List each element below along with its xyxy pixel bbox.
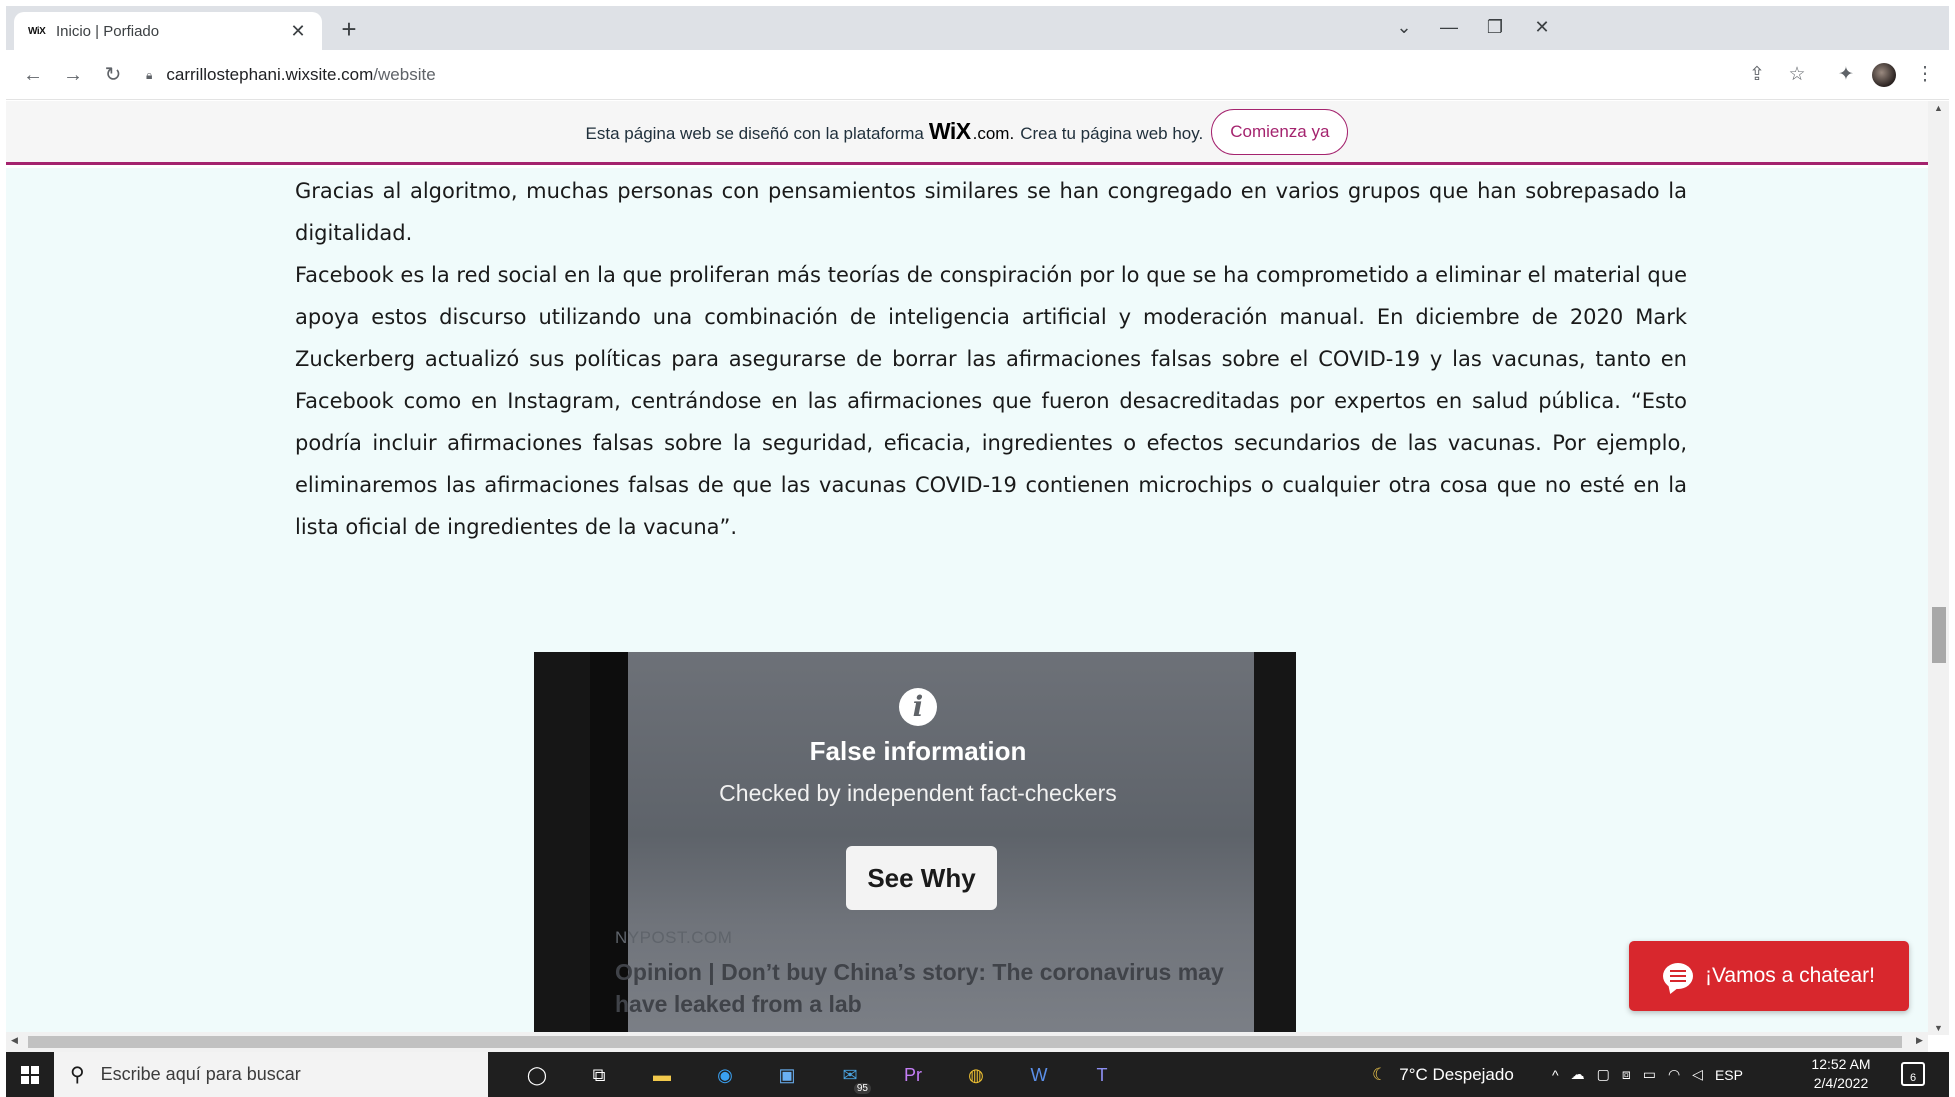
address-bar[interactable]: 🔒︎ carrillostephani.wixsite.com/website (146, 58, 1746, 92)
tab-close-icon[interactable]: ✕ (288, 21, 308, 42)
chrome-icon[interactable]: ◍ (961, 1060, 991, 1090)
wix-favicon-icon: WiX (28, 25, 46, 37)
url-text: carrillostephani.wixsite.com/website (166, 65, 435, 85)
wix-logo-suffix: .com. (972, 124, 1015, 143)
volume-icon[interactable]: ◁ (1692, 1066, 1703, 1083)
windows-taskbar: ⚲ Escribe aquí para buscar ◯ ⧉ ▬ ◉ ▣ ✉ 95… (6, 1052, 1949, 1097)
vertical-scroll-thumb[interactable] (1932, 607, 1946, 663)
task-view-icon[interactable]: ⧉ (584, 1060, 614, 1090)
start-now-button[interactable]: Comienza ya (1211, 108, 1349, 155)
article-paragraph: Gracias al algoritmo, muchas personas co… (295, 179, 1687, 245)
scroll-left-arrow-icon[interactable]: ◀ (11, 1035, 18, 1046)
extensions-icon[interactable]: ✦ (1833, 62, 1859, 88)
lock-icon[interactable]: 🔒︎ (146, 68, 152, 83)
scroll-up-arrow-icon[interactable]: ▲ (1928, 103, 1949, 113)
premiere-icon[interactable]: Pr (898, 1060, 928, 1090)
windows-logo-icon (21, 1065, 39, 1084)
forward-icon[interactable]: → (60, 62, 86, 88)
store-icon[interactable]: ▣ (772, 1060, 802, 1090)
false-information-title: False information (809, 736, 1027, 766)
browser-toolbar: ← → ↻ 🔒︎ carrillostephani.wixsite.com/we… (6, 50, 1949, 100)
restore-button[interactable]: ❐ (1482, 14, 1508, 40)
teams-icon[interactable]: T (1087, 1060, 1117, 1090)
see-why-button[interactable]: See Why (846, 846, 997, 910)
cortana-icon[interactable]: ◯ (522, 1060, 552, 1090)
wix-banner-text-before: Esta página web se diseñó con la platafo… (585, 124, 924, 143)
system-tray: ^ ☁ ▢ ⧈ ▭ ◠ ◁ ESP (1552, 1052, 1743, 1097)
scroll-down-arrow-icon[interactable]: ▼ (1928, 1023, 1949, 1033)
horizontal-scroll-thumb[interactable] (28, 1036, 1902, 1048)
mail-badge: 95 (853, 1083, 871, 1094)
url-path: /website (373, 65, 436, 84)
moon-icon: ☾ (1372, 1064, 1388, 1084)
wix-banner-text: Esta página web se diseñó con la platafo… (586, 118, 1204, 145)
browser-window: WiX Inicio | Porfiado ✕ + ⌄ — ❐ ✕ ← → ↻ … (6, 6, 1949, 1097)
back-icon[interactable]: ← (20, 62, 46, 88)
edge-icon[interactable]: ◉ (710, 1060, 740, 1090)
tab-strip: WiX Inicio | Porfiado ✕ + ⌄ — ❐ ✕ (6, 6, 1949, 50)
profile-avatar[interactable] (1872, 63, 1896, 87)
mail-icon[interactable]: ✉ 95 (835, 1060, 871, 1094)
video-player[interactable]: i False information Checked by independe… (534, 652, 1296, 1032)
share-icon[interactable]: ⇪ (1744, 62, 1770, 88)
article-body: Gracias al algoritmo, muchas personas co… (295, 170, 1687, 548)
close-window-button[interactable]: ✕ (1529, 14, 1555, 40)
article-paragraph: Facebook es la red social en la que prol… (295, 263, 1687, 539)
wix-logo: WiX (928, 118, 971, 144)
clock-date: 2/4/2022 (1813, 1075, 1869, 1091)
chat-bubble-icon (1662, 963, 1693, 989)
language-indicator[interactable]: ESP (1715, 1067, 1743, 1083)
wix-promo-banner: Esta página web se diseñó con la platafo… (6, 101, 1928, 165)
horizontal-scrollbar[interactable]: ◀ ▶ (6, 1032, 1928, 1052)
info-icon: i (899, 688, 937, 726)
reload-icon[interactable]: ↻ (100, 62, 126, 88)
more-icon[interactable]: ⋮ (1912, 62, 1938, 88)
url-host: carrillostephani.wixsite.com (166, 65, 374, 84)
minimize-button[interactable]: — (1436, 14, 1462, 40)
tab-active[interactable]: WiX Inicio | Porfiado ✕ (14, 12, 322, 50)
start-button[interactable] (6, 1052, 54, 1097)
wix-banner-text-after: Crea tu página web hoy. (1020, 124, 1204, 143)
tab-title: Inicio | Porfiado (56, 22, 160, 40)
onedrive-icon[interactable]: ☁ (1571, 1066, 1585, 1083)
vertical-scrollbar[interactable]: ▲ ▼ (1928, 101, 1949, 1035)
show-hidden-icons-icon[interactable]: ^ (1552, 1067, 1559, 1083)
tab-search-dropdown-icon[interactable]: ⌄ (1391, 14, 1417, 40)
news-headline: Opinion | Don’t buy China’s story: The c… (615, 959, 1224, 1017)
news-source: NYPOST.COM (615, 928, 733, 947)
new-tab-button[interactable]: + (336, 16, 362, 42)
weather-widget[interactable]: ☾ 7°C Despejado (1372, 1052, 1514, 1097)
file-explorer-icon[interactable]: ▬ (647, 1060, 677, 1090)
search-icon: ⚲ (70, 1064, 85, 1086)
wifi-icon[interactable]: ◠ (1668, 1066, 1680, 1083)
battery-icon[interactable]: ▭ (1643, 1066, 1656, 1083)
scroll-right-arrow-icon[interactable]: ▶ (1916, 1035, 1923, 1046)
chat-button-label: ¡Vamos a chatear! (1704, 964, 1876, 987)
star-icon[interactable]: ☆ (1784, 62, 1810, 88)
chat-button[interactable]: ¡Vamos a chatear! (1629, 941, 1909, 1011)
display-icon[interactable]: ⧈ (1622, 1066, 1631, 1083)
taskbar-search-box[interactable]: ⚲ Escribe aquí para buscar (54, 1052, 488, 1097)
taskbar-clock[interactable]: 12:52 AM 2/4/2022 (1806, 1055, 1876, 1093)
word-icon[interactable]: W (1024, 1060, 1054, 1090)
clock-time: 12:52 AM (1811, 1056, 1871, 1072)
weather-text: 7°C Despejado (1399, 1064, 1514, 1084)
page-content: Gracias al algoritmo, muchas personas co… (6, 168, 1928, 1032)
meet-now-icon[interactable]: ▢ (1597, 1066, 1610, 1083)
fact-check-subtitle: Checked by independent fact-checkers (719, 780, 1117, 806)
taskbar-search-placeholder: Escribe aquí para buscar (100, 1064, 301, 1084)
notification-center-icon[interactable]: 6 (1901, 1062, 1925, 1086)
